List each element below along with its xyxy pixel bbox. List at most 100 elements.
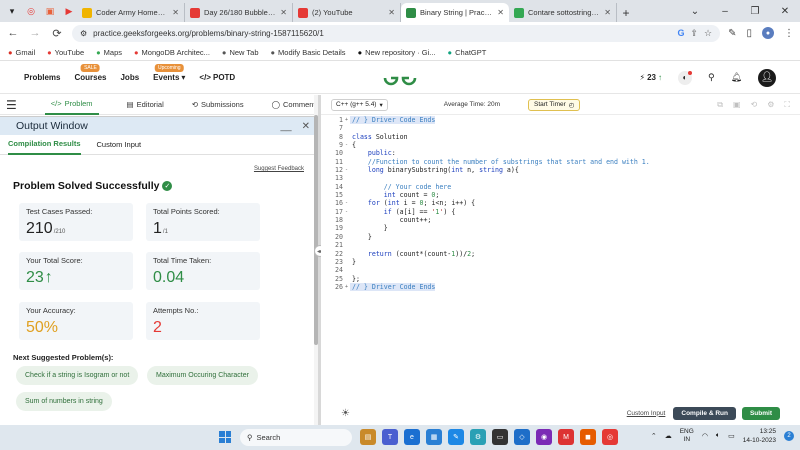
side-panel-icon[interactable]: ▯ — [746, 28, 752, 39]
tab-comments[interactable]: ◯ Comments — [272, 95, 320, 115]
code-line[interactable]: 13 — [321, 174, 800, 182]
bookmark-item[interactable]: ● YouTube — [47, 48, 84, 57]
code-line[interactable]: 19 } — [321, 224, 800, 232]
code-area[interactable]: 1 +// } Driver Code Ends 7 8 class Solution 9… — [321, 116, 800, 401]
bookmark-item[interactable]: ● ChatGPT — [448, 48, 487, 57]
settings-app-icon[interactable]: ⚙ — [470, 429, 486, 445]
extensions-icon[interactable]: ✎ — [728, 28, 736, 39]
pinned-tab-icon[interactable]: ▣ — [42, 3, 58, 19]
theme-toggle-icon[interactable]: ◐ — [677, 70, 692, 85]
bookmark-item[interactable]: ● New Tab — [222, 48, 259, 57]
restore-button[interactable]: ❐ — [740, 6, 770, 17]
bookmark-item[interactable]: ● Gmail — [8, 48, 35, 57]
lightbulb-icon[interactable]: ☀ — [341, 408, 350, 419]
close-icon[interactable]: ✕ — [497, 8, 504, 17]
gfg-logo-icon[interactable] — [382, 68, 418, 88]
chrome-pinned-icon[interactable]: ◎ — [23, 3, 39, 19]
cloud-icon[interactable]: ☁ — [665, 432, 672, 440]
bell-icon[interactable]: 🔔︎ — [731, 72, 742, 83]
bookmark-star-icon[interactable]: ☆ — [704, 28, 712, 39]
minimize-icon[interactable]: __ — [280, 121, 291, 132]
code-line[interactable]: 18 count++; — [321, 216, 800, 224]
code-line[interactable]: 11 //Function to count the number of sub… — [321, 158, 800, 166]
submit-button[interactable]: Submit — [741, 406, 780, 420]
suggested-problem-chip[interactable]: Sum of numbers in string — [16, 392, 112, 411]
code-line[interactable]: 17- if (a[i] == '1') { — [321, 208, 800, 216]
suggested-problem-chip[interactable]: Maximum Occuring Character — [147, 366, 258, 385]
app-icon[interactable]: ✎ — [448, 429, 464, 445]
code-line[interactable]: 9-{ — [321, 141, 800, 149]
search-icon[interactable]: ⚲ — [708, 72, 715, 83]
code-line[interactable]: 15 int count = 0; — [321, 191, 800, 199]
site-info-icon[interactable]: ⚙ — [80, 29, 87, 38]
volume-icon[interactable]: 🔈︎ — [716, 432, 720, 440]
google-lens-icon[interactable]: G — [677, 28, 684, 39]
bookmark-item[interactable]: ● Maps — [96, 48, 122, 57]
reload-button[interactable]: ⟳ — [50, 27, 64, 40]
suggested-problem-chip[interactable]: Check if a string is Isogram or not — [16, 366, 139, 385]
settings-icon[interactable]: ⚙ — [767, 100, 774, 110]
code-line[interactable]: 21 — [321, 241, 800, 249]
nav-item[interactable]: Jobs — [120, 73, 139, 82]
language-indicator[interactable]: ENG IN — [680, 428, 694, 444]
url-input[interactable]: ⚙ practice.geeksforgeeks.org/problems/bi… — [72, 24, 721, 42]
browser-tab[interactable]: Binary String | Practice | G ✕ — [401, 3, 509, 22]
battery-icon[interactable]: ▭ — [728, 432, 735, 440]
back-button[interactable]: ← — [6, 27, 20, 39]
chevron-down-icon[interactable]: ⌄ — [680, 6, 710, 17]
streak-counter[interactable]: ⚡ 23 ↑ — [639, 73, 662, 82]
save-icon[interactable]: ▣ — [733, 100, 741, 110]
tab-search-icon[interactable]: ▾ — [4, 3, 20, 19]
clock[interactable]: 13:25 14-10-2023 — [743, 427, 776, 445]
code-line[interactable]: 12- long binarySubstring(int n, string a… — [321, 166, 800, 174]
bookmark-item[interactable]: ● New repository · Gi... — [358, 48, 436, 57]
tab-problem[interactable]: </> Problem — [44, 95, 99, 115]
youtube-pinned-icon[interactable]: ▶ — [61, 3, 77, 19]
share-icon[interactable]: ⇪ — [690, 28, 698, 39]
code-line[interactable]: 16- for (int i = 0; i<n; i++) { — [321, 199, 800, 207]
edge-icon[interactable]: e — [404, 429, 420, 445]
taskbar-search[interactable]: ⚲ Search — [240, 429, 352, 446]
code-line[interactable]: 26 +// } Driver Code Ends — [321, 282, 800, 292]
file-explorer-icon[interactable]: ▤ — [360, 429, 376, 445]
tab-editorial[interactable]: ▤ Editorial — [127, 95, 164, 115]
terminal-icon[interactable]: ▭ — [492, 429, 508, 445]
code-line[interactable]: 20 } — [321, 233, 800, 241]
menu-icon[interactable]: ⋮ — [784, 28, 794, 39]
bookmark-item[interactable]: ● MongoDB Architec... — [134, 48, 210, 57]
compile-run-button[interactable]: Compile & Run — [673, 406, 736, 420]
code-line[interactable]: 10 public: — [321, 149, 800, 157]
language-select[interactable]: C++ (g++ 5.4) ▾ — [331, 98, 388, 111]
user-avatar[interactable]: 👤︎ — [758, 68, 776, 87]
code-line[interactable]: 7 — [321, 124, 800, 132]
office-icon[interactable]: ◼ — [580, 429, 596, 445]
close-icon[interactable]: ✕ — [172, 8, 179, 17]
code-line[interactable]: 14 // Your code here — [321, 183, 800, 191]
new-tab-button[interactable]: + — [617, 3, 635, 22]
close-window-button[interactable]: ✕ — [770, 6, 800, 17]
vscode-icon[interactable]: ◇ — [514, 429, 530, 445]
code-line[interactable]: 22 return (count*(count-1))/2; — [321, 250, 800, 258]
wifi-icon[interactable]: ◠ — [702, 432, 708, 440]
app-purple-icon[interactable]: ◉ — [536, 429, 552, 445]
nav-item[interactable]: Problems — [24, 73, 60, 82]
code-line[interactable]: 8 class Solution — [321, 133, 800, 141]
tab-custom-input[interactable]: Custom Input — [97, 140, 142, 149]
suggest-feedback-link[interactable]: Suggest Feedback — [254, 166, 304, 172]
browser-tab[interactable]: (2) YouTube ✕ — [293, 3, 401, 22]
code-line[interactable]: 24 — [321, 266, 800, 274]
close-icon[interactable]: ✕ — [280, 8, 287, 17]
minimize-button[interactable]: – — [710, 6, 740, 17]
browser-tab[interactable]: Contare sottostringhe bina ✕ — [509, 3, 617, 22]
nav-item[interactable]: Courses SALE — [74, 64, 106, 82]
teams-icon[interactable]: T — [382, 429, 398, 445]
reset-icon[interactable]: ⟲ — [751, 100, 758, 110]
chrome-taskbar-icon[interactable]: ◎ — [602, 429, 618, 445]
profile-avatar[interactable]: ● — [762, 27, 774, 39]
forward-button[interactable]: → — [28, 27, 42, 39]
copy-icon[interactable]: ⧉ — [717, 100, 723, 110]
notification-badge[interactable]: 2 — [784, 431, 794, 441]
code-line[interactable]: 23} — [321, 258, 800, 266]
browser-tab[interactable]: Day 26/180 Bubble Sort in ✕ — [185, 3, 293, 22]
gmail-taskbar-icon[interactable]: M — [558, 429, 574, 445]
